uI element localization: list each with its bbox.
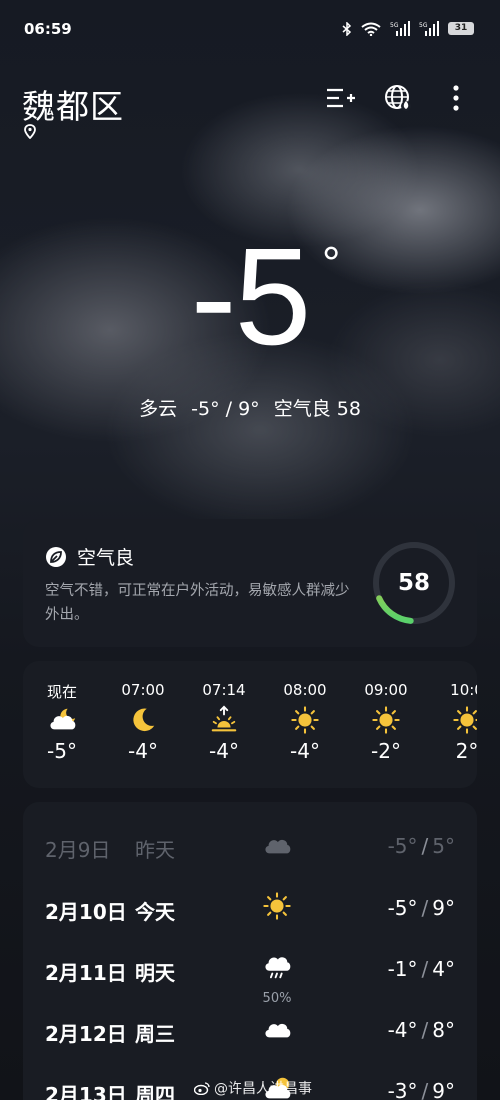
daily-forecast-row[interactable]: 2月12日 周三 -4°/8° <box>23 1006 477 1052</box>
sun-icon <box>265 701 345 739</box>
daily-forecast-card[interactable]: 2月9日 昨天 -5°/5° 2月10日 今天 -5°/9° 2月11日 明天 50% -1°/4… <box>23 802 477 1100</box>
cloud-icon <box>259 1010 295 1046</box>
hourly-temp: -4° <box>290 739 320 763</box>
sun-icon <box>346 701 426 739</box>
daily-date: 2月12日 <box>45 1022 127 1046</box>
signal-type-label: 5G <box>390 22 399 29</box>
daily-temp-range: -3°/9° <box>388 1079 455 1100</box>
daily-date: 2月11日 <box>45 961 127 985</box>
current-condition: 多云 <box>139 398 178 420</box>
status-icons: 5G 5G 31 <box>342 21 474 36</box>
list-add-icon <box>327 88 355 108</box>
location-pin-icon <box>24 124 36 143</box>
hourly-temp: 2° <box>455 739 477 763</box>
daily-low: -1° <box>387 957 418 981</box>
temp-separator: / <box>421 957 429 981</box>
leaf-icon <box>46 546 66 567</box>
daily-day-label: 今天 <box>135 900 175 924</box>
add-city-button[interactable] <box>324 82 356 114</box>
daily-date: 2月10日 <box>45 900 127 924</box>
battery-icon: 31 <box>448 22 474 35</box>
signal-type-label-2: 5G <box>419 22 428 29</box>
hourly-item: 现在 -5° <box>23 681 102 763</box>
hourly-item: 07:14 -4° <box>184 681 264 763</box>
cloud-icon <box>259 826 295 862</box>
air-quality-card[interactable]: 空气良 空气不错，可正常在户外活动，易敏感人群减少外出。 58 <box>23 519 477 647</box>
current-aqi[interactable]: 空气良 58 <box>274 398 361 420</box>
hourly-time: 07:00 <box>121 681 165 699</box>
temp-separator: / <box>421 1079 429 1100</box>
aqi-value: 58 <box>397 570 430 596</box>
wifi-icon <box>361 22 381 36</box>
daily-high: 4° <box>432 957 455 981</box>
hourly-temp: -4° <box>128 739 158 763</box>
hourly-item: 10:0 2° <box>427 681 477 763</box>
daily-high: 9° <box>432 896 455 920</box>
sun-icon <box>259 888 295 924</box>
daily-forecast-row[interactable]: 2月10日 今天 -5°/9° <box>23 884 477 930</box>
hourly-time: 08:00 <box>283 681 327 699</box>
hourly-temp: -4° <box>209 739 239 763</box>
daily-date: 2月9日 <box>45 838 111 862</box>
current-range: -5° / 9° <box>191 398 260 420</box>
temp-separator: / <box>421 1018 429 1042</box>
daily-temp-range: -1°/4° <box>388 957 455 981</box>
globe-button[interactable] <box>382 82 414 114</box>
daily-low: -4° <box>387 1018 418 1042</box>
sunrise-icon <box>184 701 264 739</box>
daily-low: -5° <box>387 896 418 920</box>
precipitation-probability: 50% <box>262 991 292 1006</box>
more-vertical-icon <box>453 85 459 111</box>
moon-icon <box>103 701 183 739</box>
daily-temp-range: -5°/5° <box>388 834 455 858</box>
hourly-temp: -2° <box>371 739 401 763</box>
daily-temp-range: -5°/9° <box>388 896 455 920</box>
hourly-time: 现在 <box>46 683 77 701</box>
hourly-item: 07:00 -4° <box>103 681 183 763</box>
watermark-text: @许昌人讲昌事 <box>214 1081 312 1097</box>
daily-forecast-row[interactable]: 2月11日 明天 50% -1°/4° <box>23 945 477 1006</box>
daily-temp-range: -4°/8° <box>388 1018 455 1042</box>
hourly-temp: -5° <box>47 739 77 763</box>
hourly-time: 10:0 <box>450 681 477 699</box>
hourly-time: 09:00 <box>364 681 408 699</box>
current-temperature: -5 <box>190 220 312 374</box>
signal-icon: 5G <box>390 21 410 36</box>
status-time: 06:59 <box>24 20 72 38</box>
globe-icon <box>385 85 411 111</box>
daily-high: 8° <box>432 1018 455 1042</box>
bluetooth-icon <box>342 21 352 36</box>
daily-day-label: 周四 <box>135 1083 175 1100</box>
weibo-logo-icon <box>194 1081 210 1095</box>
daily-forecast-row[interactable]: 2月9日 昨天 -5°/5° <box>23 822 477 868</box>
hourly-time: 07:14 <box>202 681 246 699</box>
signal-icon-2: 5G <box>419 21 439 36</box>
daily-low: -3° <box>387 1079 418 1100</box>
watermark: @许昌人讲昌事 <box>194 1078 312 1098</box>
hourly-item: 08:00 -4° <box>265 681 345 763</box>
air-quality-title-row: 空气良 <box>45 543 134 570</box>
daily-low: -5° <box>387 834 418 858</box>
hourly-forecast-card[interactable]: 现在 -5° 07:00 -4° 07:14 -4° 08:00 -4° 09:00 -2° 10:… <box>23 661 477 788</box>
hourly-item: 09:00 -2° <box>346 681 426 763</box>
sun-icon <box>427 701 477 739</box>
degree-symbol: ° <box>322 237 341 289</box>
status-bar: 06:59 5G 5G 31 <box>0 0 500 60</box>
air-quality-description: 空气不错，可正常在户外活动，易敏感人群减少外出。 <box>45 583 350 623</box>
daily-high: 5° <box>432 834 455 858</box>
daily-high: 9° <box>432 1079 455 1100</box>
daily-day-label: 明天 <box>135 961 175 985</box>
air-quality-title: 空气良 <box>77 547 135 569</box>
current-summary: 多云 -5° / 9° 空气良 58 <box>0 394 500 421</box>
daily-day-label: 昨天 <box>135 838 175 862</box>
daily-date: 2月13日 <box>45 1083 127 1100</box>
rain-cloud-icon <box>259 949 295 985</box>
current-temperature-block: -5 ° <box>0 228 500 366</box>
temp-separator: / <box>421 896 429 920</box>
partly-cloudy-night-icon <box>23 701 102 739</box>
city-name[interactable]: 魏都区 <box>22 80 124 128</box>
temp-separator: / <box>421 834 429 858</box>
daily-day-label: 周三 <box>135 1022 175 1046</box>
more-options-button[interactable] <box>440 82 472 114</box>
